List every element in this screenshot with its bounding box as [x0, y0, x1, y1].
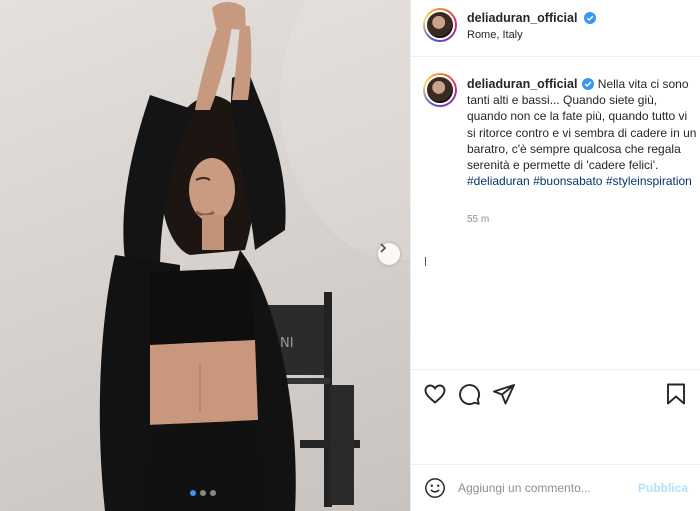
photo-illustration: NI: [99, 0, 410, 511]
caption-section: deliaduran_official Nella vita ci sono t…: [411, 57, 700, 369]
carousel-next-button[interactable]: [378, 243, 400, 265]
verified-badge-icon: [583, 12, 596, 24]
post-header: deliaduran_official Rome, Italy: [411, 0, 700, 57]
post-timestamp[interactable]: 55 m: [467, 214, 489, 225]
verified-badge-icon: [582, 78, 595, 90]
share-icon[interactable]: [492, 382, 516, 406]
comment-form: Pubblica: [411, 464, 700, 511]
caption-username[interactable]: deliaduran_official: [467, 77, 577, 91]
carousel-dot: [210, 490, 216, 496]
hashtag-link[interactable]: #styleinspiration: [606, 174, 692, 188]
text-cursor: [425, 257, 426, 266]
hashtag-link[interactable]: #deliaduran: [467, 174, 530, 188]
action-bar: [411, 369, 700, 421]
caption-text: Nella vita ci sono tanti alti e bassi...…: [467, 77, 697, 173]
carousel-dot-active: [190, 490, 196, 496]
caption: deliaduran_official Nella vita ci sono t…: [467, 76, 697, 189]
location-link[interactable]: Rome, Italy: [467, 29, 523, 41]
emoji-icon[interactable]: [424, 477, 446, 499]
post-sidebar: deliaduran_official Rome, Italy deliadur…: [410, 0, 700, 511]
chair-lettering: NI: [280, 336, 294, 351]
carousel-dot: [200, 490, 206, 496]
username-link[interactable]: deliaduran_official: [467, 11, 596, 25]
publish-button[interactable]: Pubblica: [638, 481, 688, 495]
carousel-indicator: [190, 490, 216, 496]
hashtag-link[interactable]: #buonsabato: [533, 174, 602, 188]
heart-icon[interactable]: [423, 382, 447, 406]
avatar[interactable]: [423, 8, 457, 42]
username-text: deliaduran_official: [467, 11, 578, 25]
post-photo[interactable]: NI: [0, 0, 410, 511]
bookmark-icon[interactable]: [664, 382, 688, 406]
chevron-right-icon: [380, 243, 387, 253]
comment-input[interactable]: [458, 477, 628, 499]
comment-icon[interactable]: [457, 382, 481, 406]
caption-avatar[interactable]: [423, 73, 457, 107]
